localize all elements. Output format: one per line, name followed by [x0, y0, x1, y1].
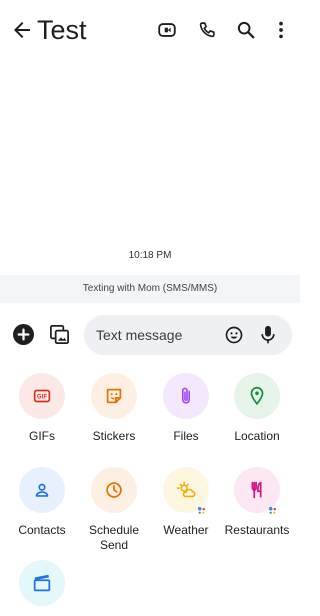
- attachment-label: Location: [234, 429, 280, 443]
- attachment-label: Files: [173, 429, 199, 443]
- add-icon: [17, 328, 30, 341]
- video-call-icon[interactable]: [156, 19, 178, 41]
- conversation-title: Test: [37, 15, 87, 45]
- attachment-schedule-send[interactable]: Schedule Send: [78, 467, 150, 553]
- location-pin-icon: [250, 386, 264, 406]
- attachment-contacts[interactable]: Contacts: [6, 467, 78, 538]
- gallery-icon: [50, 325, 69, 344]
- attachment-location[interactable]: Location: [221, 373, 293, 444]
- weather-tile-circle: [163, 467, 209, 514]
- compose-bar: [0, 312, 300, 358]
- schedule-tile-circle: [91, 467, 137, 513]
- stickers-tile-circle: [91, 373, 137, 419]
- gifs-tile-circle: GIF: [19, 373, 65, 419]
- attachment-label: Weather: [163, 523, 209, 537]
- attachment-weather[interactable]: Weather: [150, 467, 222, 538]
- movies-tile-circle: [19, 560, 65, 606]
- add-attachment-button[interactable]: [13, 324, 34, 345]
- person-icon: [35, 483, 49, 497]
- attachment-label: Restaurants: [224, 523, 290, 537]
- emoji-icon[interactable]: [224, 325, 244, 345]
- assistant-badge-icon: [268, 502, 277, 514]
- movie-icon: [33, 574, 51, 592]
- sticker-icon: [106, 388, 122, 404]
- contacts-tile-circle: [19, 467, 65, 513]
- attachment-label: Schedule Send: [88, 523, 140, 552]
- attachment-movies[interactable]: [6, 560, 78, 616]
- attachment-stickers[interactable]: Stickers: [78, 373, 150, 444]
- files-tile-circle: [163, 373, 209, 419]
- app-bar: Test: [0, 0, 300, 60]
- phone-icon[interactable]: [196, 19, 218, 41]
- back-arrow-icon[interactable]: [10, 18, 34, 42]
- attachment-label: Contacts: [18, 523, 66, 537]
- restaurants-tile-circle: [234, 467, 280, 514]
- assistant-badge-icon: [197, 502, 206, 514]
- attachment-label: Stickers: [92, 429, 136, 443]
- search-icon[interactable]: [235, 19, 257, 41]
- mic-icon[interactable]: [258, 324, 278, 346]
- weather-icon: [176, 481, 196, 498]
- attachment-label: GIFs: [29, 429, 55, 443]
- sms-info-banner: Texting with Mom (SMS/MMS): [0, 275, 300, 303]
- clock-icon: [106, 482, 122, 498]
- more-vert-icon[interactable]: [270, 19, 292, 41]
- message-field: [84, 315, 292, 355]
- paperclip-icon: [182, 387, 190, 404]
- location-tile-circle: [234, 373, 280, 419]
- gallery-button[interactable]: [48, 323, 71, 346]
- message-timestamp: 10:18 PM: [128, 250, 172, 261]
- attachment-files[interactable]: Files: [150, 373, 222, 444]
- attachment-restaurants[interactable]: Restaurants: [221, 467, 293, 538]
- message-input[interactable]: [96, 325, 216, 345]
- attachment-gifs[interactable]: GIF GIFs: [6, 373, 78, 444]
- svg-text:GIF: GIF: [37, 395, 47, 401]
- restaurant-icon: [251, 481, 262, 499]
- gif-icon: GIF: [33, 389, 51, 403]
